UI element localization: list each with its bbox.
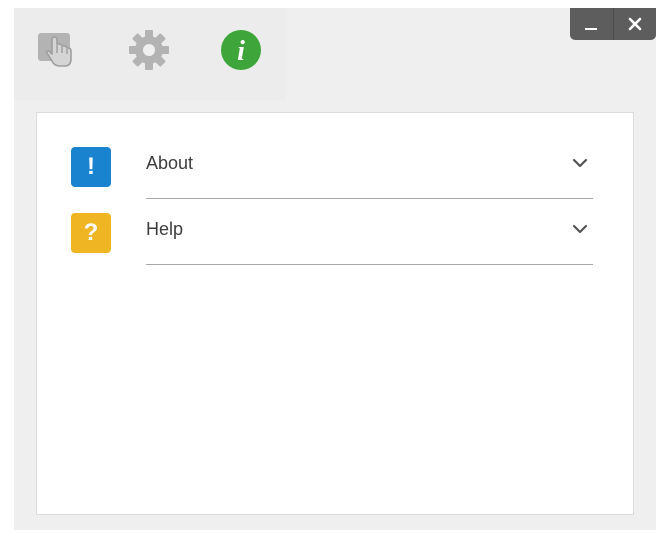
about-accordion-row[interactable]: ! About xyxy=(37,131,633,199)
minimize-icon xyxy=(585,28,598,30)
minimize-button[interactable] xyxy=(570,8,613,40)
info-panel: ! About ? Help xyxy=(36,112,634,515)
about-badge-icon: ! xyxy=(71,147,111,187)
chevron-down-icon[interactable] xyxy=(570,153,590,173)
help-badge-icon: ? xyxy=(71,213,111,253)
help-label: Help xyxy=(146,219,184,239)
chevron-down-icon[interactable] xyxy=(570,219,590,239)
close-button[interactable] xyxy=(612,8,657,40)
help-accordion-row[interactable]: ? Help xyxy=(37,197,633,265)
window-controls xyxy=(570,8,656,40)
app-window: i ! About ? Help xyxy=(14,8,656,530)
info-icon[interactable]: i xyxy=(219,28,263,72)
svg-text:i: i xyxy=(237,36,245,67)
close-icon xyxy=(628,17,642,31)
about-label: About xyxy=(146,153,194,173)
top-toolbar: i xyxy=(14,8,656,100)
help-divider xyxy=(146,264,593,265)
gear-icon[interactable] xyxy=(127,28,171,72)
touch-hand-icon[interactable] xyxy=(36,28,80,72)
